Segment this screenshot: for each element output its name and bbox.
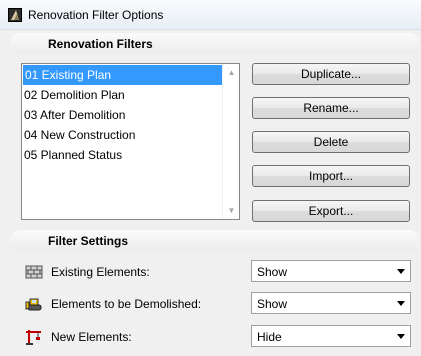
brick-wall-icon — [25, 264, 43, 280]
demolished-elements-value: Show — [257, 297, 288, 311]
duplicate-button[interactable]: Duplicate... — [252, 63, 410, 85]
new-elements-label: New Elements: — [51, 330, 132, 344]
scroll-up-arrow-icon[interactable]: ▲ — [223, 64, 240, 81]
export-button[interactable]: Export... — [252, 200, 410, 222]
existing-elements-row: Existing Elements: Show — [0, 260, 421, 284]
renovation-filters-list[interactable]: 01 Existing Plan 02 Demolition Plan 03 A… — [21, 63, 240, 220]
existing-elements-dropdown[interactable]: Show — [251, 260, 411, 282]
renovation-filters-header: Renovation Filters — [10, 33, 419, 54]
list-item-new-construction[interactable]: 04 New Construction — [22, 125, 223, 145]
new-elements-value: Hide — [257, 330, 282, 344]
crane-icon — [25, 329, 43, 345]
chevron-down-icon — [397, 301, 405, 306]
delete-button[interactable]: Delete — [252, 131, 410, 153]
existing-elements-label: Existing Elements: — [51, 265, 150, 279]
new-elements-row: New Elements: Hide — [0, 325, 421, 349]
demolished-elements-label: Elements to be Demolished: — [51, 297, 202, 311]
window-title: Renovation Filter Options — [28, 8, 164, 22]
demolished-elements-dropdown[interactable]: Show — [251, 292, 411, 314]
existing-elements-value: Show — [257, 265, 288, 279]
list-scrollbar[interactable]: ▲ ▼ — [222, 64, 239, 219]
list-item-existing-plan[interactable]: 01 Existing Plan — [23, 65, 223, 85]
import-button[interactable]: Import... — [252, 165, 410, 187]
new-elements-dropdown[interactable]: Hide — [251, 325, 411, 347]
scroll-down-arrow-icon[interactable]: ▼ — [223, 202, 240, 219]
filter-settings-header: Filter Settings — [10, 230, 419, 251]
chevron-down-icon — [397, 269, 405, 274]
bulldozer-icon — [25, 296, 43, 312]
list-items: 01 Existing Plan 02 Demolition Plan 03 A… — [22, 65, 223, 165]
filter-settings-heading: Filter Settings — [48, 234, 129, 248]
renovation-filter-options-window: Renovation Filter Options Renovation Fil… — [0, 0, 421, 356]
list-item-after-demolition[interactable]: 03 After Demolition — [22, 105, 223, 125]
app-icon — [8, 8, 22, 22]
list-item-demolition-plan[interactable]: 02 Demolition Plan — [22, 85, 223, 105]
title-bar: Renovation Filter Options — [0, 0, 421, 30]
renovation-filters-heading: Renovation Filters — [48, 37, 153, 51]
chevron-down-icon — [397, 334, 405, 339]
rename-button[interactable]: Rename... — [252, 97, 410, 119]
demolished-elements-row: Elements to be Demolished: Show — [0, 292, 421, 316]
list-item-planned-status[interactable]: 05 Planned Status — [22, 145, 223, 165]
